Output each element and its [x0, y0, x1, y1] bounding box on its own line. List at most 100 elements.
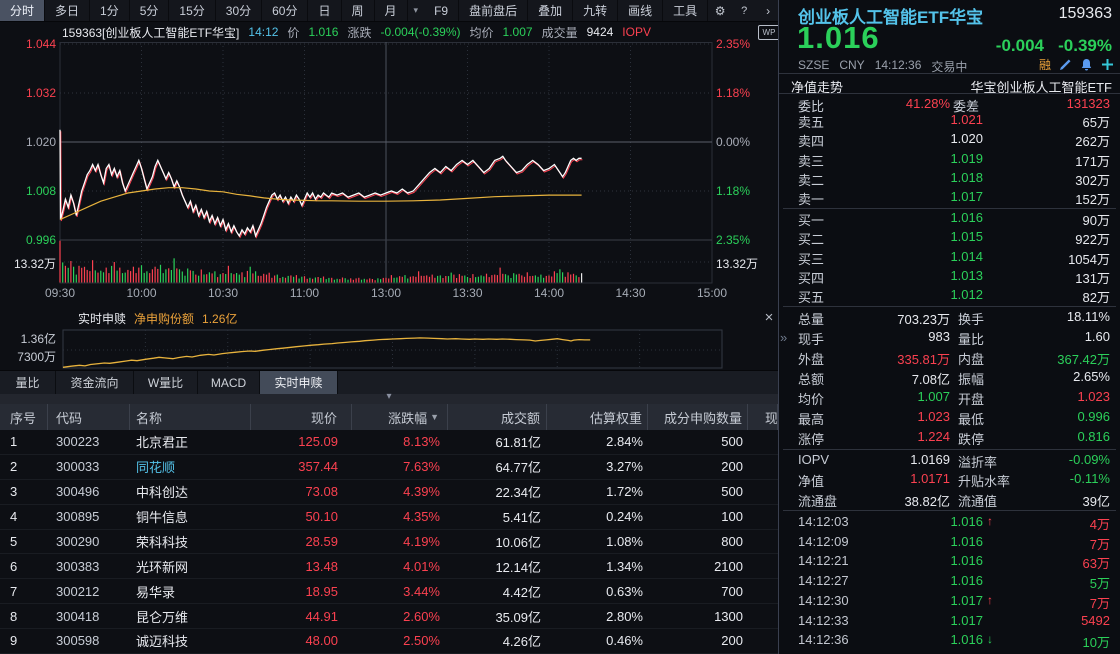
name-cell: 北京君正 [130, 430, 251, 454]
ask-price: 1.019 [950, 151, 983, 166]
bid-label: 买四 [798, 268, 824, 287]
collapse-chevron-icon[interactable]: ▾ [381, 391, 397, 402]
tick-time: 14:12:30 [798, 593, 849, 608]
stat-label: 内盘 [958, 349, 984, 368]
table-row[interactable]: 7300212易华录18.953.44%4.42亿0.63%700 [0, 579, 778, 604]
gear-icon[interactable]: ⚙ [708, 0, 732, 21]
column-header-名称[interactable]: 名称 [130, 404, 251, 430]
change-pct-cell: 4.39% [352, 480, 448, 504]
toolbar-dropdown-caret-icon[interactable]: ▾ [408, 0, 425, 21]
table-row[interactable]: 4300895铜牛信息50.104.35%5.41亿0.24%100 [0, 505, 778, 530]
orderbook-divider [783, 208, 1116, 209]
price-cell: 125.09 [251, 430, 352, 454]
stat-value: 1.023 [1077, 389, 1110, 404]
indicator-tab-MACD[interactable]: MACD [198, 371, 260, 394]
tick-volume: 10万 [1083, 632, 1110, 651]
quote-panel: 创业板人工智能ETF华宝 159363 1.016 -0.004 -0.39% … [779, 0, 1120, 654]
toolbar-tab-30分[interactable]: 30分 [216, 0, 262, 21]
ask-row-卖四: 卖四1.020262万 [779, 131, 1120, 150]
table-row[interactable]: 6300383光环新网13.484.01%12.14亿1.34%2100 [0, 554, 778, 579]
table-row[interactable]: 8300418昆仑万维44.912.60%35.09亿2.80%1300 [0, 604, 778, 629]
indicator-tab-W量比[interactable]: W量比 [134, 371, 198, 394]
indicator-tab-实时申赎[interactable]: 实时申赎 [260, 371, 338, 394]
column-header-现[interactable]: 现 [748, 404, 778, 430]
table-row[interactable]: 1300223北京君正125.098.13%61.81亿2.84%500 [0, 430, 778, 455]
table-row[interactable]: 2300033同花顺357.447.63%64.77亿3.27%200 [0, 455, 778, 480]
toolbar-tool-F9[interactable]: F9 [424, 0, 459, 21]
edit-pencil-icon[interactable] [1059, 58, 1072, 71]
chevron-right-icon[interactable]: › [756, 0, 780, 21]
stat-label: 最高 [798, 409, 824, 428]
toolbar-tab-5分[interactable]: 5分 [130, 0, 170, 21]
stat-value: 367.42万 [1057, 349, 1110, 368]
price-cell: 357.44 [251, 455, 352, 479]
chart-header: 159363[创业板人工智能ETF华宝] 14:12 价 1.016 涨跌 -0… [62, 22, 651, 42]
time-tick-label: 13:00 [364, 286, 408, 300]
iopv-label[interactable]: IOPV [622, 25, 651, 39]
toolbar-tab-60分[interactable]: 60分 [262, 0, 308, 21]
code-cell: 300212 [48, 579, 130, 603]
stat-value: 7.08亿 [912, 369, 950, 388]
column-header-估算权重[interactable]: 估算权重 [547, 404, 648, 430]
turnover-cell: 64.77亿 [448, 455, 547, 479]
intraday-chart[interactable] [0, 42, 778, 303]
toolbar-tab-月[interactable]: 月 [375, 0, 408, 21]
last-price: 1.016 [797, 20, 880, 56]
tick-volume: 7万 [1090, 534, 1110, 553]
avg-value: 1.007 [503, 25, 533, 39]
toolbar-tab-日[interactable]: 日 [308, 0, 341, 21]
column-header-序号[interactable]: 序号 [0, 404, 48, 430]
toolbar-tab-周[interactable]: 周 [342, 0, 375, 21]
price-change: -0.004 [996, 36, 1044, 56]
toolbar-tool-盘前盘后[interactable]: 盘前盘后 [459, 0, 528, 21]
name-cell: 同花顺 [130, 455, 251, 479]
add-plus-icon[interactable] [1101, 58, 1114, 71]
toolbar-tool-九转[interactable]: 九转 [573, 0, 618, 21]
bid-volume: 131万 [1075, 268, 1110, 287]
stat-row-IOPV: IOPV1.0169溢折率-0.09% [779, 452, 1120, 471]
ask-label: 卖四 [798, 131, 824, 150]
price-cell: 48.00 [251, 629, 352, 653]
toolbar-tool-画线[interactable]: 画线 [618, 0, 663, 21]
toolbar-tool-叠加[interactable]: 叠加 [528, 0, 573, 21]
help-icon[interactable]: ? [732, 0, 756, 21]
indicator-tab-资金流向[interactable]: 资金流向 [56, 371, 134, 394]
toolbar-tab-分时[interactable]: 分时 [0, 0, 45, 21]
name-cell: 铜牛信息 [130, 505, 251, 529]
bid-price: 1.014 [950, 249, 983, 264]
column-header-成交额[interactable]: 成交额 [448, 404, 547, 430]
subscription-chart[interactable] [0, 308, 778, 370]
stat-label: 振幅 [958, 369, 984, 388]
collapse-strip[interactable]: ▾ [0, 394, 778, 404]
toolbar-tab-15分[interactable]: 15分 [169, 0, 215, 21]
stat-label: 均价 [798, 389, 824, 408]
turnover-cell: 35.09亿 [448, 604, 547, 628]
stat-label: 升贴水率 [958, 471, 1010, 490]
extra-cell [748, 430, 778, 454]
column-header-代码[interactable]: 代码 [48, 404, 130, 430]
toolbar-tool-工具[interactable]: 工具 [663, 0, 708, 21]
nav-trend-label[interactable]: 净值走势 [791, 77, 843, 96]
price-cell: 50.10 [251, 505, 352, 529]
subchart-y-label: 1.36亿 [0, 330, 56, 347]
sort-arrow-icon[interactable]: ▼ [430, 412, 439, 422]
column-header-成分申购数量[interactable]: 成分申购数量 [648, 404, 748, 430]
column-header-现价[interactable]: 现价 [251, 404, 352, 430]
bid-row-买一: 买一1.01690万 [779, 210, 1120, 229]
time-tick-label: 14:00 [527, 286, 571, 300]
stat-value: 18.11% [1067, 309, 1110, 324]
nav-row[interactable]: 净值走势 华宝创业板人工智能ETF [779, 73, 1120, 94]
change-pct-cell: 7.63% [352, 455, 448, 479]
table-row[interactable]: 5300290荣科科技28.594.19%10.06亿1.08%800 [0, 530, 778, 555]
table-row[interactable]: 3300496中科创达73.084.39%22.34亿1.72%500 [0, 480, 778, 505]
toolbar-tab-1分[interactable]: 1分 [90, 0, 130, 21]
alert-bell-icon[interactable] [1080, 58, 1093, 71]
price-value: 1.016 [308, 25, 338, 39]
column-header-涨跌幅[interactable]: 涨跌幅 ▼ [352, 404, 448, 430]
toolbar-tab-多日[interactable]: 多日 [45, 0, 90, 21]
section-divider [783, 510, 1116, 511]
panel-expander-icon[interactable]: » [780, 330, 787, 345]
table-row[interactable]: 9300598诚迈科技48.002.50%4.26亿0.46%200 [0, 629, 778, 654]
weicha-value: 131323 [1067, 96, 1110, 111]
indicator-tab-量比[interactable]: 量比 [0, 371, 56, 394]
